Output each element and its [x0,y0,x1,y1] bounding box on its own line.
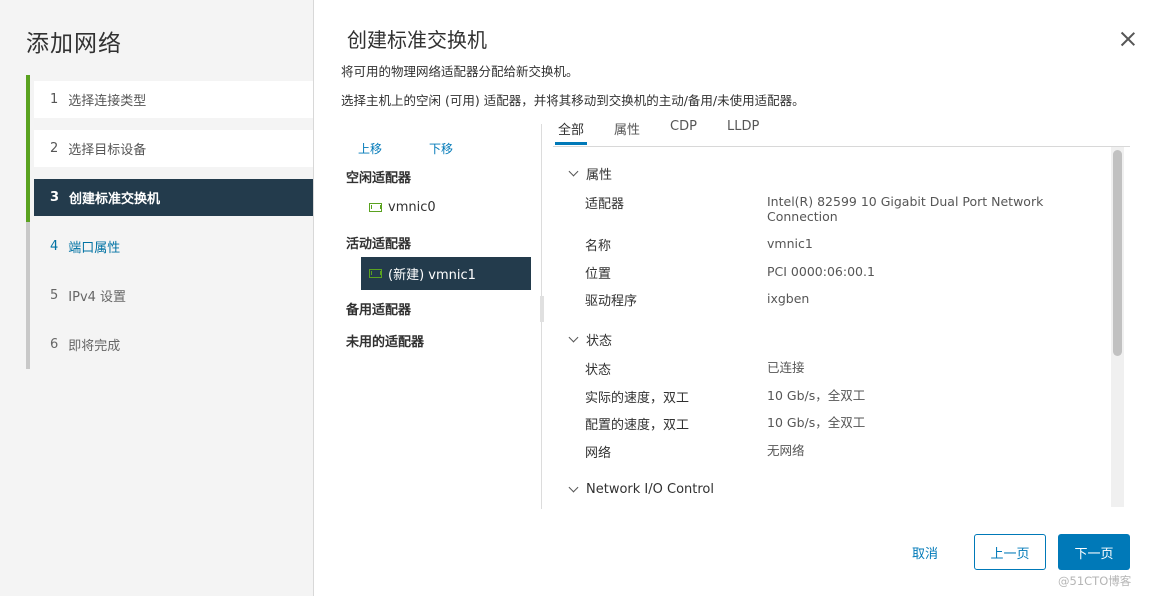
section-properties-header[interactable]: 属性 [568,164,612,183]
step-number: 1 [50,92,59,107]
step-progress-done [26,75,30,222]
tab-cdp[interactable]: CDP [667,119,700,145]
step-label: 创建标准交换机 [69,192,161,207]
prop-key-location: 位置 [585,267,612,282]
move-down-button[interactable]: 下移 [429,140,453,157]
step-number: 3 [50,190,60,205]
chevron-down-icon [568,166,579,177]
description-line-1: 将可用的物理网络适配器分配给新交换机。 [341,64,579,79]
panel-splitter-handle[interactable] [540,296,544,322]
section-status-header[interactable]: 状态 [568,330,612,349]
close-icon[interactable] [1118,29,1138,49]
adapter-name: (新建) vmnic1 [388,268,476,283]
next-button[interactable]: 下一页 [1058,534,1130,570]
watermark: @51CTO博客 [1058,574,1132,588]
group-unused-free-adapters: 空闲适配器 [346,171,412,186]
wizard-sidebar: 添加网络 1 选择连接类型 2 选择目标设备 3 创建标准交换机 4 端口属性 … [0,0,314,596]
prop-value-status: 已连接 [767,360,805,375]
tab-all[interactable]: 全部 [555,119,588,145]
network-card-icon [369,269,382,278]
back-button[interactable]: 上一页 [974,534,1046,570]
section-title: Network I/O Control [586,482,714,497]
wizard-title: 添加网络 [26,31,122,57]
chevron-down-icon [568,482,579,493]
section-title: 属性 [586,168,613,183]
wizard-step-5: 5 IPv4 设置 [34,277,313,314]
step-number: 2 [50,141,59,156]
prop-key-name: 名称 [585,239,612,254]
prop-key-driver: 驱动程序 [585,294,638,309]
tab-properties[interactable]: 属性 [611,119,643,145]
prop-value-location: PCI 0000:06:00.1 [767,264,875,279]
prop-value-configured-speed: 10 Gb/s，全双工 [767,415,866,430]
prop-key-actual-speed: 实际的速度，双工 [585,391,690,406]
wizard-step-4[interactable]: 4 端口属性 [34,228,313,265]
step-number: 5 [50,288,59,303]
section-title: 状态 [586,334,613,349]
step-label: 选择目标设备 [68,143,147,158]
prop-value-adapter: Intel(R) 82599 10 Gigabit Dual Port Netw… [767,194,1044,224]
wizard-step-6: 6 即将完成 [34,326,313,363]
step-label: 选择连接类型 [68,94,147,109]
cancel-button[interactable]: 取消 [895,534,955,570]
prop-key-configured-speed: 配置的速度，双工 [585,418,690,433]
wizard-step-2[interactable]: 2 选择目标设备 [34,130,313,167]
chevron-down-icon [568,332,579,343]
prop-key-network: 网络 [585,446,612,461]
step-number: 6 [50,337,59,352]
adapter-name: vmnic0 [388,200,436,215]
page-title: 创建标准交换机 [347,28,487,52]
details-scrollbar-thumb[interactable] [1113,150,1122,356]
step-number: 4 [50,239,59,254]
group-active-adapters: 活动适配器 [346,237,412,252]
prop-value-actual-speed: 10 Gb/s，全双工 [767,388,866,403]
wizard-step-3[interactable]: 3 创建标准交换机 [34,179,313,216]
prop-value-network: 无网络 [767,443,805,458]
group-unused-adapters: 未用的适配器 [346,335,425,350]
prop-value-driver: ixgben [767,291,810,306]
prop-key-adapter: 适配器 [585,197,625,212]
section-nioc-header[interactable]: Network I/O Control [568,482,714,497]
tab-lldp[interactable]: LLDP [724,119,762,145]
step-label: 端口属性 [68,241,121,256]
group-standby-adapters: 备用适配器 [346,303,412,318]
adapter-item-vmnic0[interactable]: vmnic0 [361,191,531,224]
detail-tabs: 全部 属性 CDP LLDP [555,119,786,145]
description-line-2: 选择主机上的空闲 (可用) 适配器，并将其移动到交换机的主动/备用/未使用适配器… [341,93,805,108]
network-card-icon [369,203,382,212]
wizard-step-1[interactable]: 1 选择连接类型 [34,81,313,118]
add-network-dialog: 添加网络 1 选择连接类型 2 选择目标设备 3 创建标准交换机 4 端口属性 … [0,0,1156,596]
adapter-details: 属性 适配器 Intel(R) 82599 10 Gigabit Dual Po… [553,147,1130,507]
step-label: 即将完成 [68,339,121,354]
prop-key-status: 状态 [585,363,612,378]
step-label: IPv4 设置 [68,290,127,305]
adapter-item-vmnic1[interactable]: (新建) vmnic1 [361,257,531,290]
move-up-button[interactable]: 上移 [358,140,382,157]
prop-value-name: vmnic1 [767,236,813,251]
